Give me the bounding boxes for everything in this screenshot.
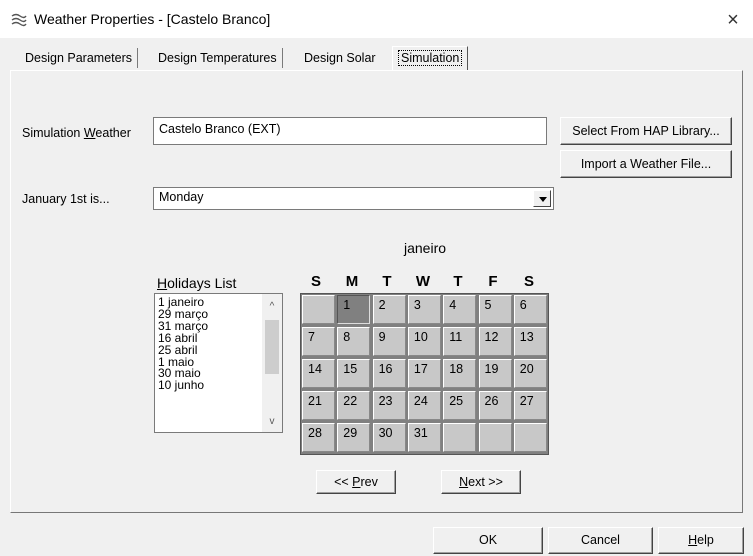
- scroll-thumb[interactable]: [265, 320, 279, 374]
- calendar-day-cell[interactable]: 26: [478, 391, 512, 420]
- calendar-day-cell[interactable]: 8: [337, 327, 371, 356]
- calendar-empty-cell: [513, 423, 547, 452]
- calendar-day-cell[interactable]: 14: [302, 359, 335, 388]
- tab-design-solar[interactable]: Design Solar: [299, 48, 381, 68]
- weekday-header: T: [382, 273, 392, 290]
- calendar-day-cell[interactable]: 7: [302, 327, 335, 356]
- holidays-items: 1 janeiro 29 março 31 março 16 abril 25 …: [158, 296, 258, 392]
- calendar-day-cell[interactable]: 19: [478, 359, 512, 388]
- calendar-day-cell[interactable]: 4: [443, 295, 477, 324]
- tab-design-temperatures[interactable]: Design Temperatures: [153, 48, 283, 68]
- weekday-header: F: [488, 273, 498, 290]
- calendar-day-cell[interactable]: 16: [372, 359, 406, 388]
- title-bar: Weather Properties - [Castelo Branco] ×: [0, 0, 753, 38]
- calendar-day-cell[interactable]: 2: [372, 295, 406, 324]
- list-item[interactable]: 10 junho: [158, 379, 258, 392]
- calendar-day-cell[interactable]: 27: [513, 391, 547, 420]
- simulation-weather-label: Simulation Weather: [22, 126, 131, 140]
- weather-app-icon: [11, 13, 27, 27]
- january-first-select[interactable]: Monday: [153, 187, 554, 210]
- scroll-down-icon[interactable]: v: [266, 417, 278, 427]
- calendar-day-cell[interactable]: 10: [407, 327, 441, 356]
- weekday-header: T: [453, 273, 463, 290]
- help-button[interactable]: Help: [658, 527, 744, 554]
- calendar-day-cell[interactable]: 9: [372, 327, 406, 356]
- holidays-list[interactable]: 1 janeiro 29 março 31 março 16 abril 25 …: [154, 293, 283, 433]
- ok-button[interactable]: OK: [433, 527, 543, 554]
- calendar-grid: 1 2 3 4 5 6 7 8 9 10 11 12 13 14 15 16 17 18 19 20 21 22 23 24 2…: [300, 293, 549, 455]
- prev-month-button[interactable]: << Prev: [316, 470, 396, 494]
- import-weather-file-button[interactable]: Import a Weather File...: [560, 150, 732, 178]
- next-month-button[interactable]: Next >>: [441, 470, 521, 494]
- calendar-day-cell[interactable]: 29: [337, 423, 371, 452]
- calendar-day-cell[interactable]: 6: [513, 295, 547, 324]
- weekday-header: M: [345, 273, 359, 290]
- calendar-day-cell[interactable]: 21: [302, 391, 335, 420]
- holidays-list-title: Holidays List: [157, 275, 237, 291]
- calendar-day-cell[interactable]: 22: [337, 391, 371, 420]
- calendar-empty-cell: [443, 423, 477, 452]
- select-from-hap-library-button[interactable]: Select From HAP Library...: [560, 117, 732, 145]
- weekday-header: W: [415, 273, 431, 290]
- calendar-day-cell[interactable]: 1: [337, 295, 371, 324]
- calendar-day-cell[interactable]: 15: [337, 359, 371, 388]
- simulation-weather-field[interactable]: Castelo Branco (EXT): [153, 117, 547, 145]
- january-first-value: Monday: [159, 190, 204, 204]
- calendar-day-cell[interactable]: 5: [478, 295, 512, 324]
- calendar-empty-cell: [302, 295, 335, 324]
- calendar-day-cell[interactable]: 31: [407, 423, 441, 452]
- close-icon[interactable]: ×: [716, 6, 750, 34]
- weekday-header: S: [310, 273, 321, 290]
- calendar-day-cell[interactable]: 11: [443, 327, 477, 356]
- calendar-day-cell[interactable]: 17: [407, 359, 441, 388]
- calendar-day-cell[interactable]: 18: [443, 359, 477, 388]
- january-first-label: January 1st is...: [22, 192, 110, 206]
- weekday-header: S: [523, 273, 534, 290]
- window-title: Weather Properties - [Castelo Branco]: [34, 11, 271, 27]
- calendar-day-cell[interactable]: 12: [478, 327, 512, 356]
- calendar-day-cell[interactable]: 20: [513, 359, 547, 388]
- tab-simulation[interactable]: Simulation: [392, 46, 469, 70]
- calendar-day-cell[interactable]: 25: [443, 391, 477, 420]
- tab-design-parameters[interactable]: Design Parameters: [20, 48, 138, 68]
- cancel-button[interactable]: Cancel: [548, 527, 653, 554]
- calendar-day-cell[interactable]: 24: [407, 391, 441, 420]
- calendar-day-cell[interactable]: 13: [513, 327, 547, 356]
- chevron-down-icon[interactable]: [533, 190, 551, 207]
- calendar-day-cell[interactable]: 28: [302, 423, 335, 452]
- calendar-month-label: janeiro: [403, 240, 447, 256]
- calendar-day-cell[interactable]: 23: [372, 391, 406, 420]
- scroll-up-icon[interactable]: ^: [266, 302, 278, 312]
- holidays-scrollbar[interactable]: ^ v: [262, 294, 282, 432]
- calendar-day-cell[interactable]: 3: [407, 295, 441, 324]
- calendar-empty-cell: [478, 423, 512, 452]
- calendar-day-cell[interactable]: 30: [372, 423, 406, 452]
